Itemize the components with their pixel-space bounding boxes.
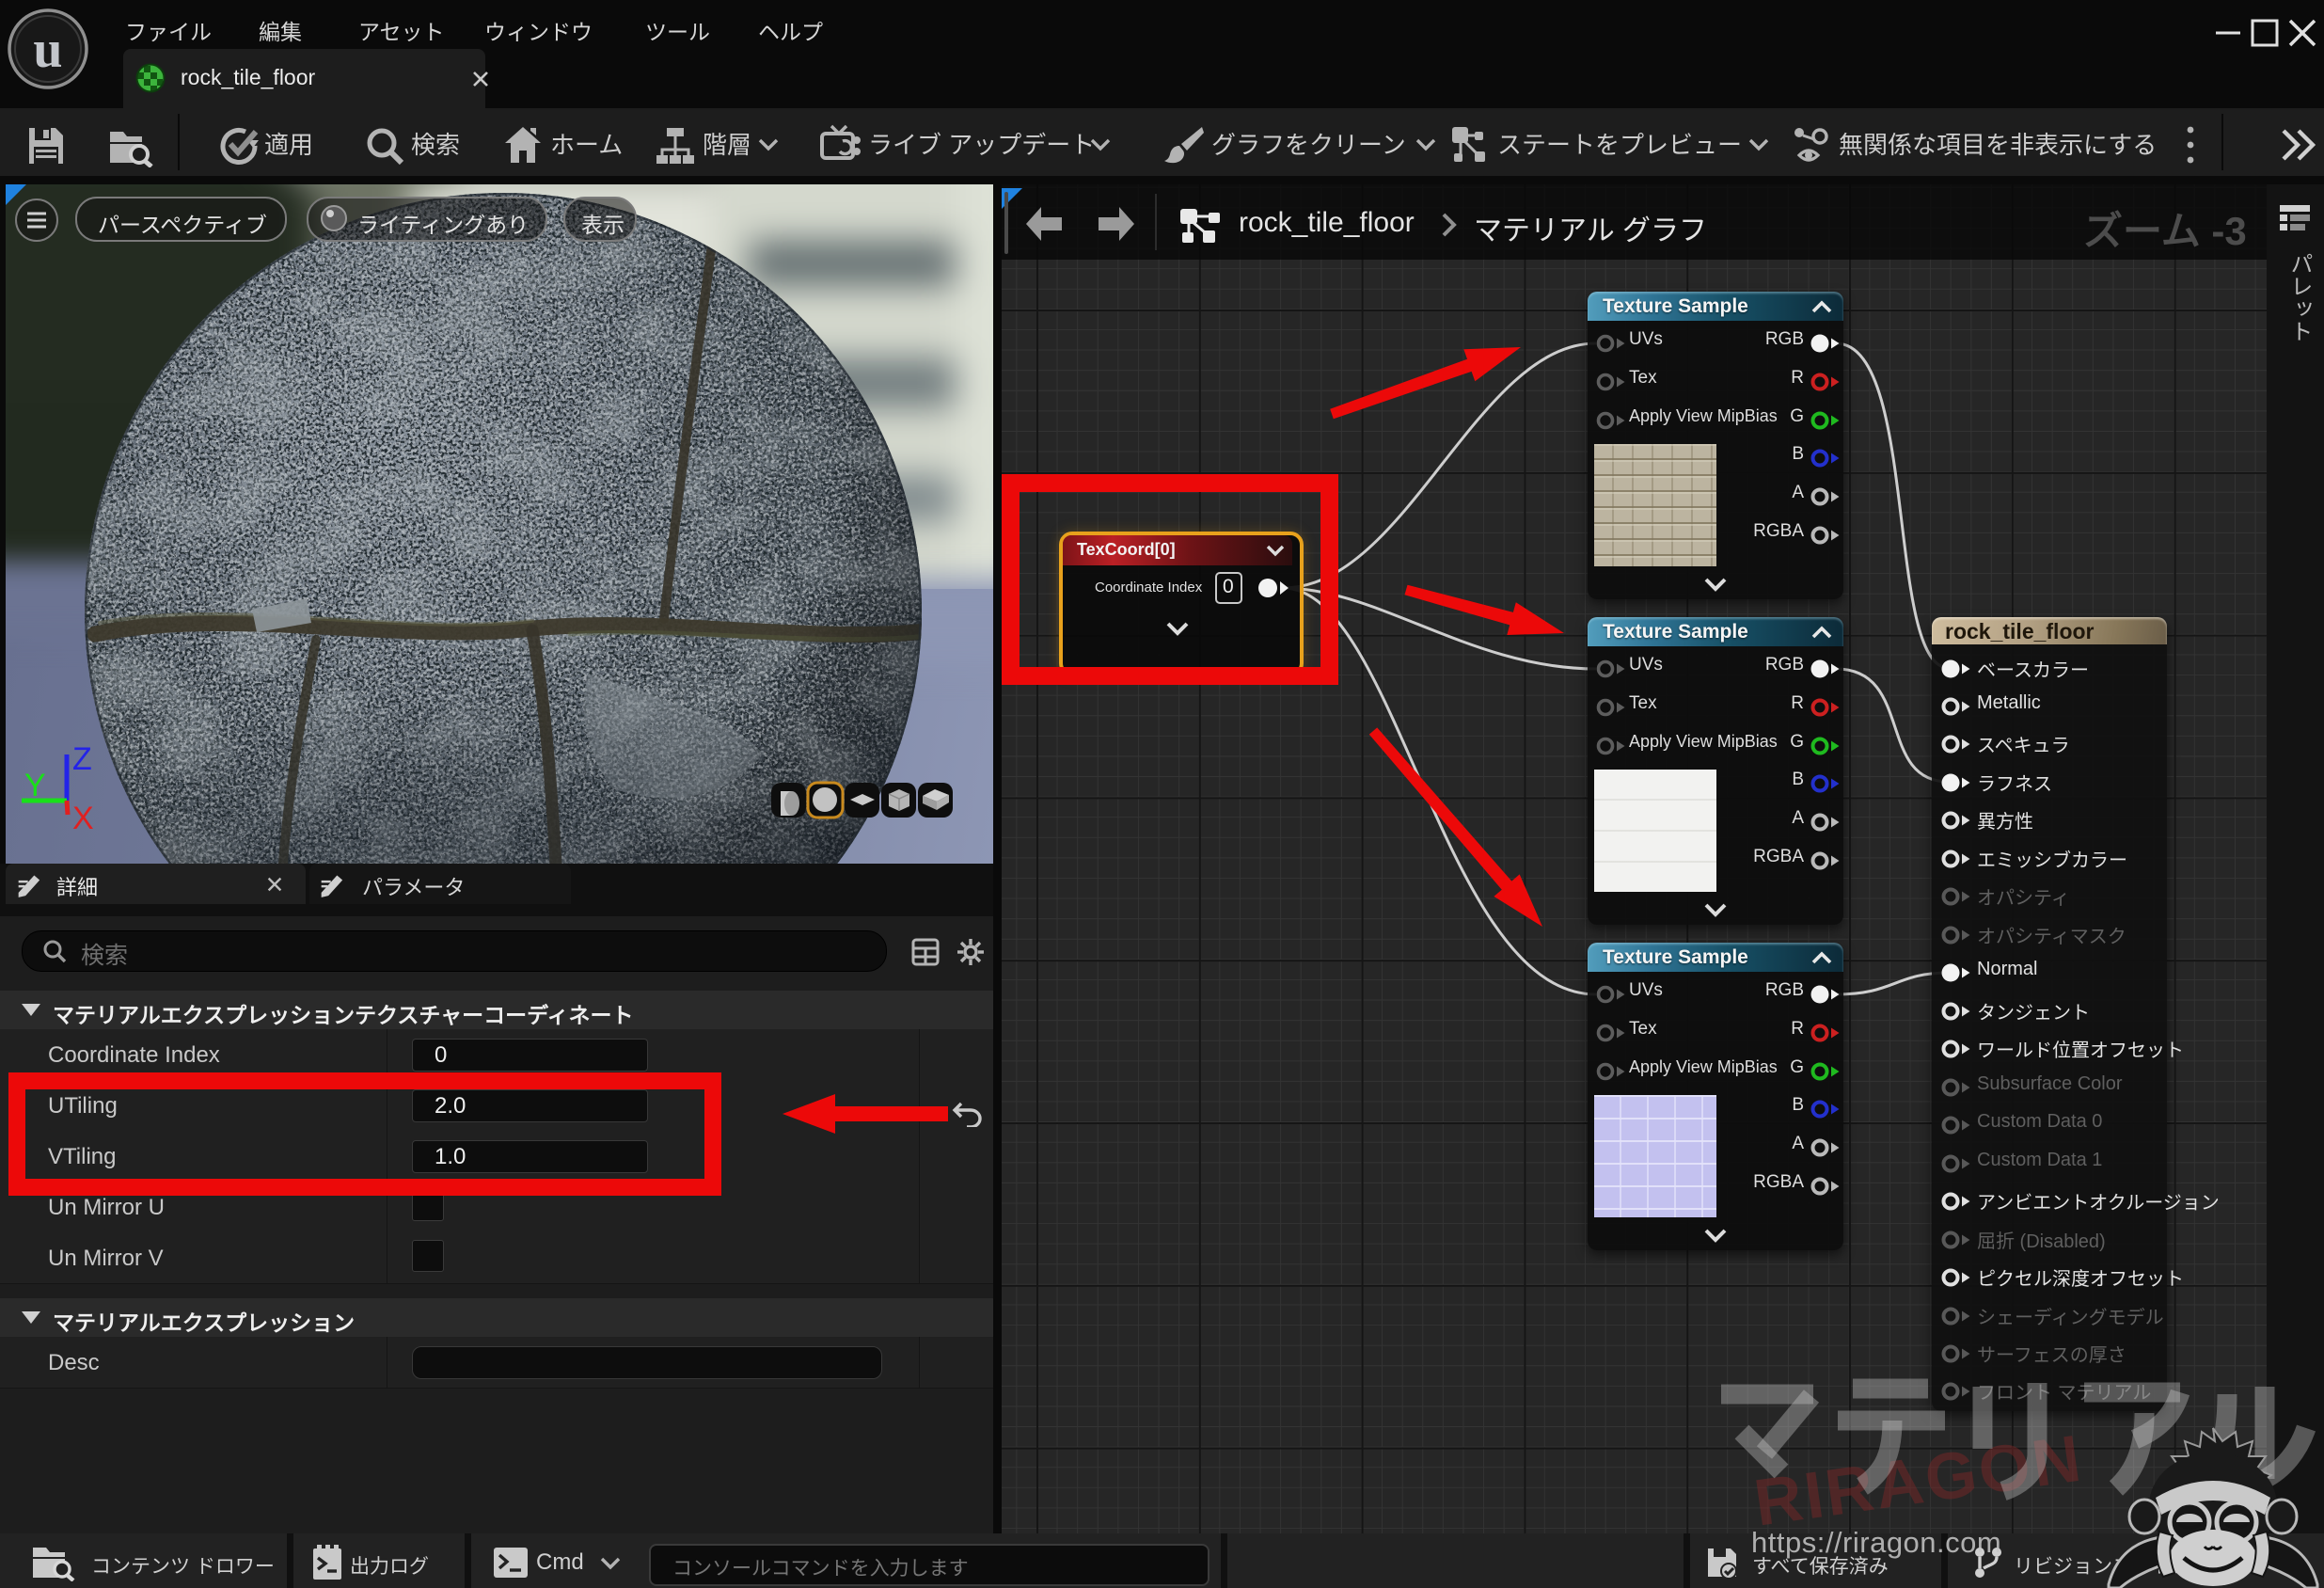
svg-text:Y: Y xyxy=(24,768,46,803)
svg-text:X: X xyxy=(72,801,94,836)
svg-text:Z: Z xyxy=(72,741,92,777)
svg-text:u: u xyxy=(33,21,62,79)
